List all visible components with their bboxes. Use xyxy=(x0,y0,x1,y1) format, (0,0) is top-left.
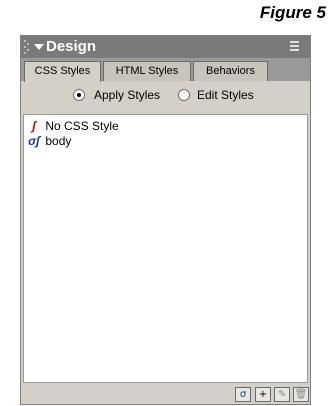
edit-styles-radio[interactable] xyxy=(178,89,190,101)
attach-stylesheet-icon[interactable]: σ xyxy=(235,387,251,402)
bottom-toolbar: σ + ✎ 🗑 xyxy=(21,385,310,405)
list-item-label: body xyxy=(45,134,72,148)
design-panel: Design CSS Styles HTML Styles Behaviors … xyxy=(20,35,311,405)
list-item-label: No CSS Style xyxy=(45,119,119,133)
styles-list[interactable]: ʃ No CSS Style σʃ body xyxy=(23,114,308,383)
list-item[interactable]: σʃ body xyxy=(26,134,71,149)
list-item[interactable]: ʃ No CSS Style xyxy=(26,119,119,134)
figure-caption: Figure 5 xyxy=(259,3,326,22)
tab-css-styles[interactable]: CSS Styles xyxy=(24,61,101,82)
tab-html-styles[interactable]: HTML Styles xyxy=(103,61,191,81)
collapse-arrow-icon[interactable] xyxy=(34,44,44,50)
panel-titlebar[interactable]: Design xyxy=(21,36,310,58)
tab-bar: CSS Styles HTML Styles Behaviors xyxy=(21,58,310,82)
delete-icon[interactable]: 🗑 xyxy=(293,387,309,402)
new-style-icon[interactable]: + xyxy=(255,387,271,402)
tab-behaviors[interactable]: Behaviors xyxy=(193,61,268,81)
edit-style-icon[interactable]: ✎ xyxy=(274,387,290,402)
options-menu-icon[interactable] xyxy=(290,41,302,53)
drag-grip-icon[interactable] xyxy=(24,40,30,54)
no-style-icon: ʃ xyxy=(32,119,36,133)
panel-title: Design xyxy=(46,38,97,55)
apply-styles-label[interactable]: Apply Styles xyxy=(94,88,160,102)
style-icon: σʃ xyxy=(28,134,40,148)
apply-styles-radio[interactable] xyxy=(73,89,85,101)
style-mode-selector: Apply Styles Edit Styles xyxy=(21,85,310,107)
edit-styles-label[interactable]: Edit Styles xyxy=(197,88,254,102)
